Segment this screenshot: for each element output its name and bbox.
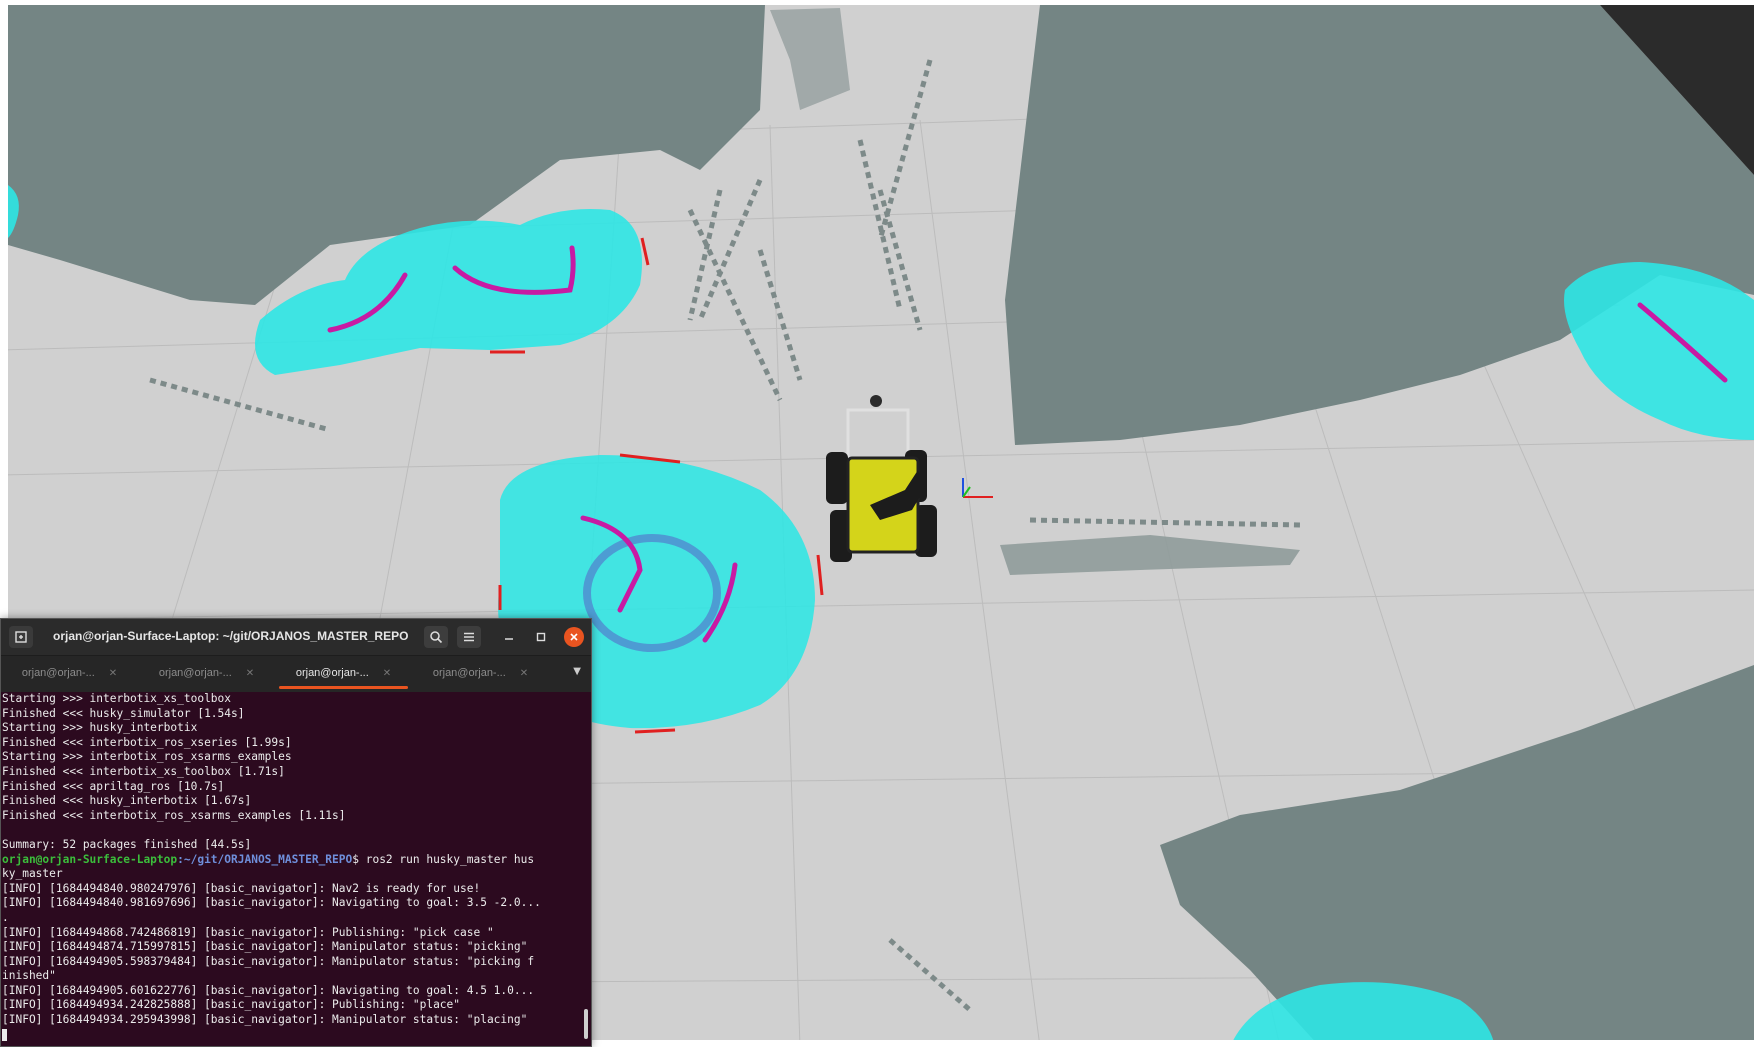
- terminal-line: ky_master: [2, 867, 63, 881]
- text-cursor: [2, 1028, 7, 1041]
- terminal-line: [INFO] [1684494905.598379484] [basic_nav…: [2, 954, 535, 968]
- terminal-scrollbar[interactable]: [584, 1009, 588, 1039]
- terminal-line: .: [2, 910, 9, 924]
- terminal-line: [INFO] [1684494934.295943998] [basic_nav…: [2, 1013, 528, 1027]
- terminal-prompt-line: orjan@orjan-Surface-Laptop:~/git/ORJANOS…: [2, 853, 581, 868]
- terminal-line: [INFO] [1684494874.715997815] [basic_nav…: [2, 940, 528, 954]
- maximize-icon[interactable]: [529, 626, 553, 648]
- terminal-line: Finished <<< apriltag_ros [10.7s]: [2, 779, 225, 793]
- terminal-line: Finished <<< interbotix_ros_xseries [1.9…: [2, 735, 292, 749]
- search-icon[interactable]: [424, 626, 448, 648]
- terminal-tab-label: orjan@orjan-...: [432, 667, 506, 679]
- terminal-line: Finished <<< husky_interbotix [1.67s]: [2, 794, 252, 808]
- terminal-line: inished": [2, 969, 56, 983]
- terminal-title: orjan@orjan-Surface-Laptop: ~/git/ORJANO…: [53, 629, 409, 643]
- minimize-icon[interactable]: [497, 626, 521, 648]
- terminal-line: [INFO] [1684494934.242825888] [basic_nav…: [2, 998, 461, 1012]
- prompt-user: orjan@orjan-Surface-Laptop: [2, 852, 178, 866]
- terminal-window[interactable]: orjan@orjan-Surface-Laptop: ~/git/ORJANO…: [0, 618, 592, 1047]
- terminal-cursor-line: [2, 1028, 581, 1043]
- viewport-border-top: [0, 0, 1754, 5]
- terminal-line: Finished <<< interbotix_ros_xsarms_examp…: [2, 808, 346, 822]
- terminal-tab-label: orjan@orjan-...: [158, 667, 232, 679]
- terminal-line: [INFO] [1684494840.981697696] [basic_nav…: [2, 896, 541, 910]
- prompt-path: :~/git/ORJANOS_MASTER_REPO: [177, 852, 353, 866]
- terminal-tab-3[interactable]: orjan@orjan-... ✕: [275, 656, 412, 690]
- terminal-line: [INFO] [1684494868.742486819] [basic_nav…: [2, 925, 494, 939]
- terminal-tab-2[interactable]: orjan@orjan-... ✕: [138, 656, 275, 690]
- robot-sensor: [870, 395, 882, 407]
- prompt-command: $ ros2 run husky_master hus: [352, 852, 535, 866]
- new-tab-icon[interactable]: [9, 626, 33, 648]
- tab-list-dropdown-icon[interactable]: ▼: [573, 666, 581, 677]
- terminal-line: [INFO] [1684494905.601622776] [basic_nav…: [2, 983, 535, 997]
- terminal-line: Summary: 52 packages finished [44.5s]: [2, 837, 252, 851]
- terminal-line: Starting >>> interbotix_xs_toolbox: [2, 692, 232, 705]
- hamburger-menu-icon[interactable]: [457, 626, 481, 648]
- terminal-tab-label: orjan@orjan-...: [21, 667, 95, 679]
- terminal-line: Finished <<< husky_simulator [1.54s]: [2, 706, 245, 720]
- terminal-tab-1[interactable]: orjan@orjan-... ✕: [1, 656, 138, 690]
- robot-wheel-fl: [826, 452, 848, 504]
- terminal-titlebar[interactable]: orjan@orjan-Surface-Laptop: ~/git/ORJANO…: [1, 619, 591, 655]
- tab-close-icon[interactable]: ✕: [383, 668, 391, 679]
- terminal-tab-label: orjan@orjan-...: [295, 667, 369, 679]
- terminal-line: Starting >>> husky_interbotix: [2, 721, 198, 735]
- tab-close-icon[interactable]: ✕: [520, 668, 528, 679]
- tab-close-icon[interactable]: ✕: [109, 668, 117, 679]
- terminal-line: Starting >>> interbotix_ros_xsarms_examp…: [2, 750, 292, 764]
- close-icon[interactable]: [564, 627, 584, 647]
- terminal-output[interactable]: Starting >>> interbotix_xs_toolbox Finis…: [2, 692, 581, 1046]
- terminal-tabbar: orjan@orjan-... ✕ orjan@orjan-... ✕ orjan@…: [1, 655, 591, 692]
- terminal-line: Finished <<< interbotix_xs_toolbox [1.71…: [2, 764, 285, 778]
- terminal-line: [INFO] [1684494840.980247976] [basic_nav…: [2, 881, 481, 895]
- terminal-tab-4[interactable]: orjan@orjan-... ✕: [412, 656, 549, 690]
- tab-close-icon[interactable]: ✕: [246, 668, 254, 679]
